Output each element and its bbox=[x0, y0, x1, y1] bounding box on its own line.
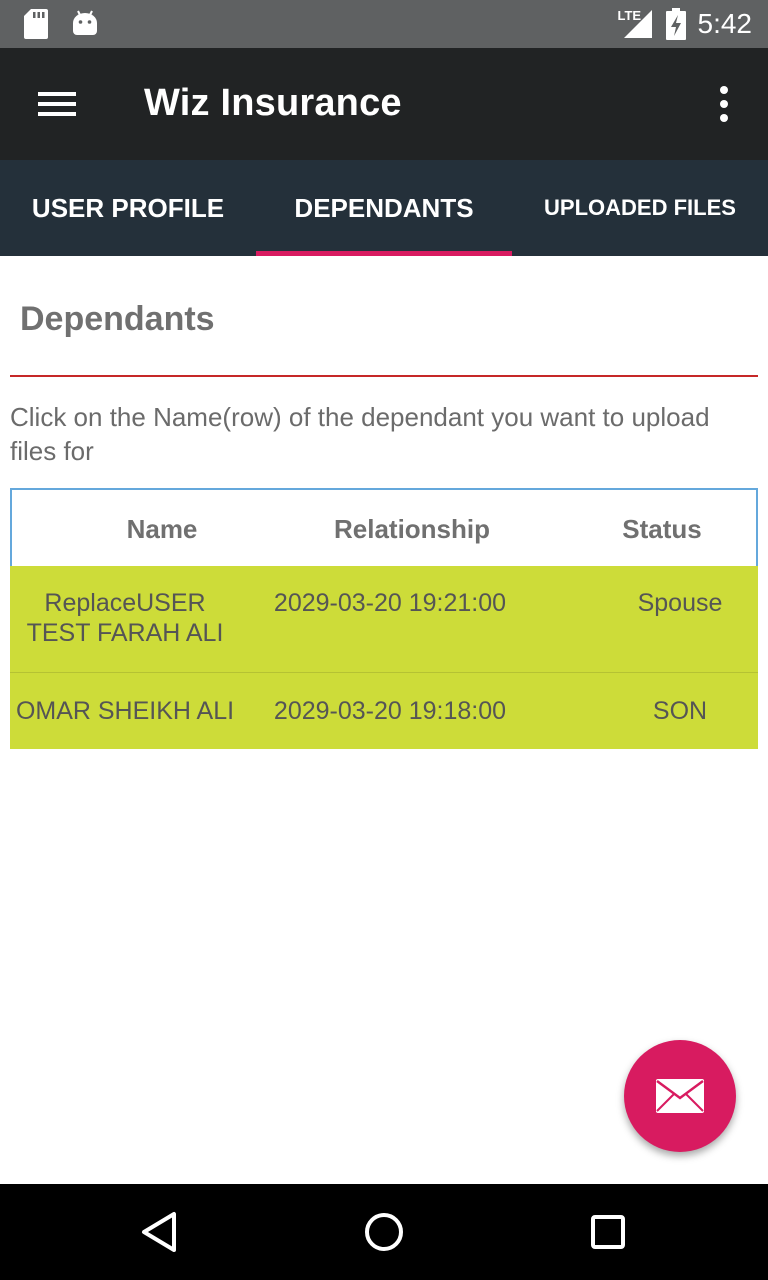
app-bar: Wiz Insurance bbox=[0, 48, 768, 160]
tab-dependants[interactable]: DEPENDANTS bbox=[256, 160, 512, 256]
menu-button[interactable] bbox=[22, 78, 78, 130]
home-button[interactable] bbox=[360, 1208, 408, 1256]
cell-name: OMAR SHEIKH ALI bbox=[15, 697, 235, 725]
table-header: Name Relationship Status bbox=[10, 488, 758, 566]
recents-button[interactable] bbox=[584, 1208, 632, 1256]
mail-icon bbox=[656, 1079, 704, 1113]
android-icon bbox=[73, 10, 97, 35]
tab-uploaded-files[interactable]: UPLOADED FILES bbox=[512, 160, 768, 256]
overflow-menu-button[interactable] bbox=[704, 82, 744, 126]
app-title: Wiz Insurance bbox=[144, 82, 402, 124]
cell-status: SON bbox=[652, 697, 708, 725]
dependants-table: Name Relationship Status ReplaceUSER TES… bbox=[10, 488, 758, 749]
compose-email-button[interactable] bbox=[624, 1040, 736, 1152]
system-nav-bar bbox=[0, 1184, 768, 1280]
signal-icon: LTE bbox=[618, 8, 654, 40]
status-bar-notifications bbox=[24, 9, 98, 39]
back-icon bbox=[142, 1212, 176, 1252]
sd-card-icon bbox=[24, 9, 48, 39]
home-icon bbox=[365, 1213, 403, 1251]
clock: 5:42 bbox=[697, 8, 753, 39]
battery-charging-icon bbox=[665, 8, 686, 40]
section-title: Dependants bbox=[20, 300, 215, 338]
cell-relationship: 2029-03-20 19:18:00 bbox=[273, 697, 507, 725]
header-status: Status bbox=[622, 513, 702, 544]
instructions-text: Click on the Name(row) of the dependant … bbox=[10, 402, 710, 466]
more-vert-icon bbox=[720, 86, 728, 122]
back-button[interactable] bbox=[136, 1208, 184, 1256]
recents-icon bbox=[591, 1215, 625, 1249]
tab-indicator bbox=[256, 251, 512, 256]
tab-user-profile[interactable]: USER PROFILE bbox=[0, 160, 256, 256]
table-row[interactable]: ReplaceUSER TEST FARAH ALI 2029-03-20 19… bbox=[10, 566, 758, 673]
status-bar: LTE 5:42 bbox=[0, 0, 768, 48]
divider bbox=[10, 375, 758, 377]
status-bar-system: LTE 5:42 bbox=[618, 8, 753, 40]
tab-bar: USER PROFILE DEPENDANTS UPLOADED FILES bbox=[0, 160, 768, 256]
cell-relationship: 2029-03-20 19:21:00 bbox=[273, 589, 507, 617]
cell-name: ReplaceUSER TEST FARAH ALI bbox=[26, 589, 224, 647]
hamburger-menu-icon bbox=[38, 92, 76, 116]
cell-status: Spouse bbox=[637, 589, 723, 617]
table-row[interactable]: OMAR SHEIKH ALI 2029-03-20 19:18:00 SON bbox=[10, 673, 758, 749]
header-relationship: Relationship bbox=[333, 513, 490, 544]
